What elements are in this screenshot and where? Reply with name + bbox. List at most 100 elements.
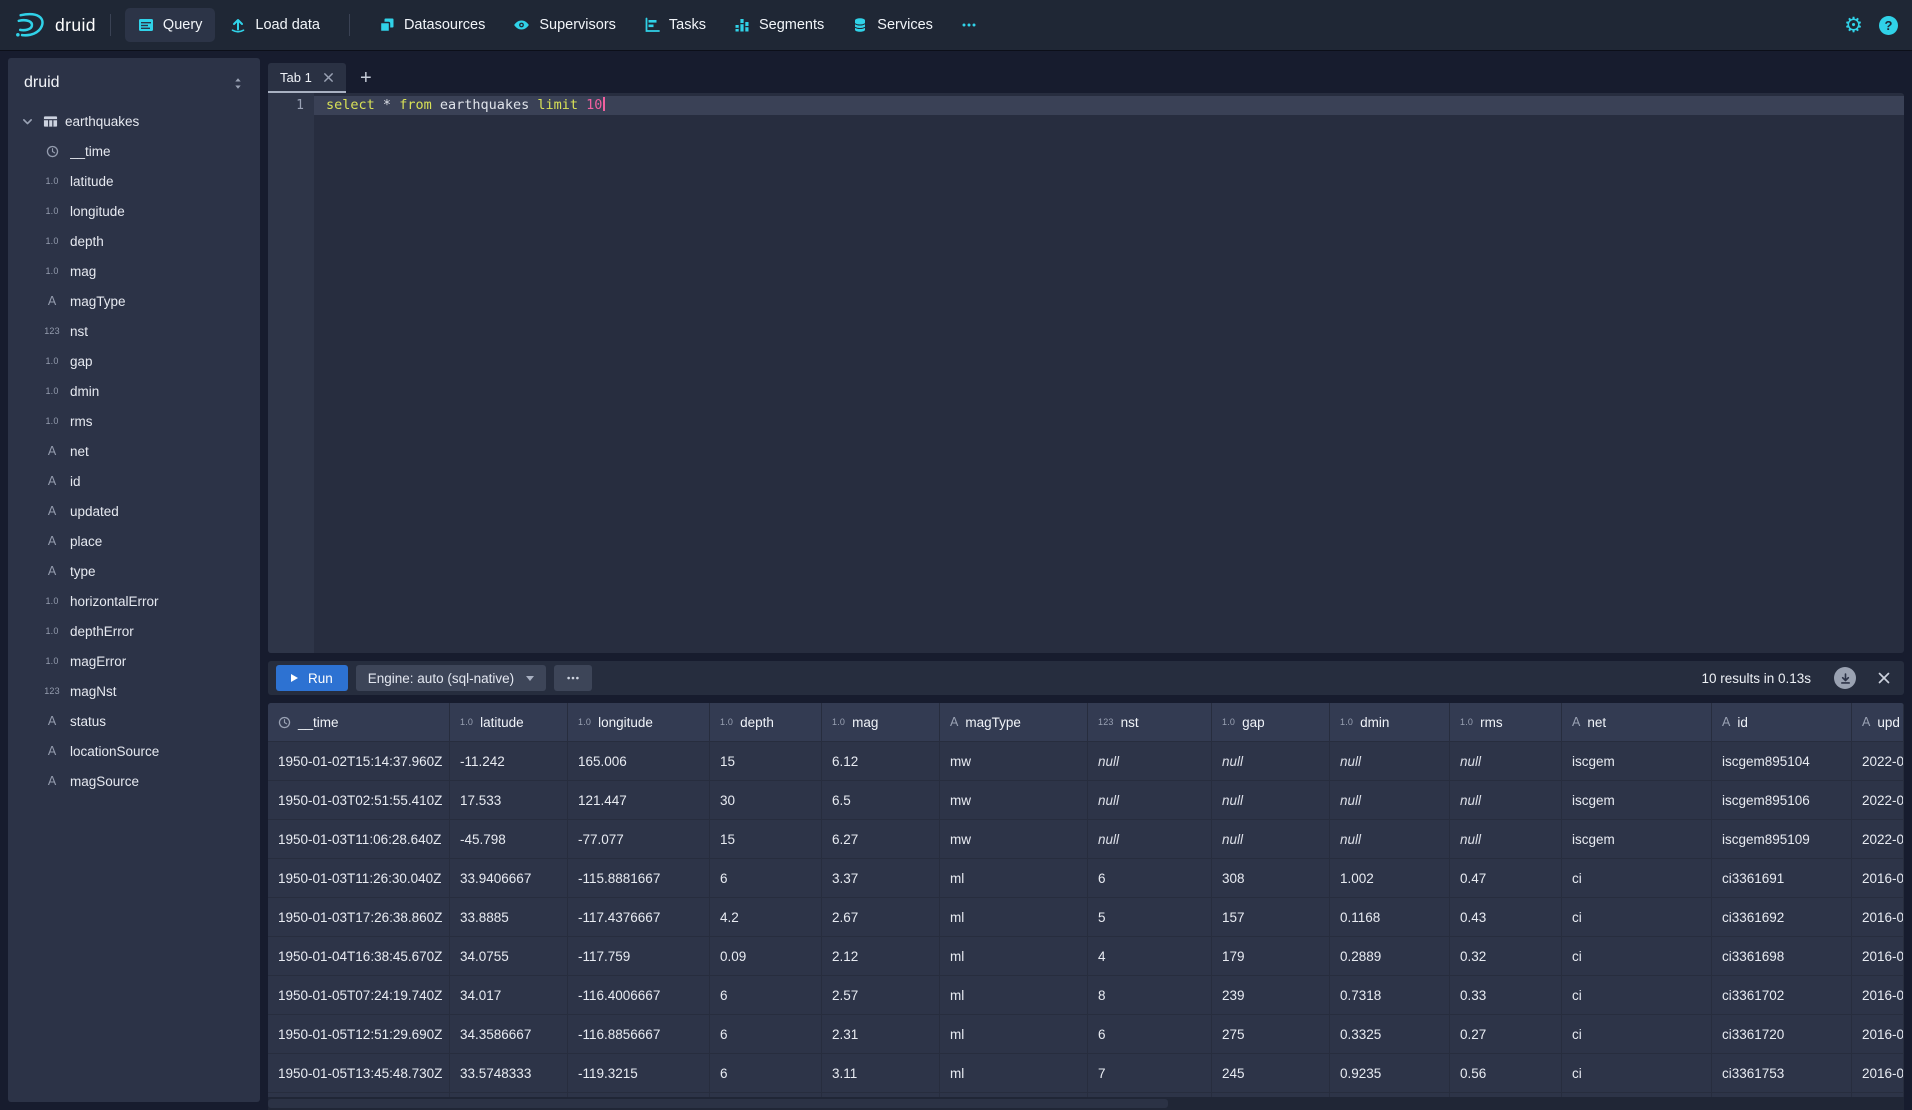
cell[interactable]: 2.67 [822, 898, 940, 936]
cell[interactable]: ci3361692 [1712, 898, 1852, 936]
column-horizontalError[interactable]: 1.0horizontalError [8, 586, 260, 616]
cell[interactable]: 1.002 [1330, 859, 1450, 897]
cell[interactable]: 0.2889 [1330, 937, 1450, 975]
cell[interactable]: 2016-0 [1852, 976, 1904, 1014]
cell[interactable]: 6 [710, 859, 822, 897]
column-latitude[interactable]: 1.0latitude [8, 166, 260, 196]
column-header-rms[interactable]: 1.0rms [1450, 703, 1562, 741]
column-magError[interactable]: 1.0magError [8, 646, 260, 676]
cell[interactable]: iscgem895109 [1712, 820, 1852, 858]
cell[interactable]: 1950-01-02T15:14:37.960Z [268, 742, 450, 780]
nav-item-tasks[interactable]: Tasks [631, 8, 719, 42]
engine-select-button[interactable]: Engine: auto (sql-native) [356, 665, 546, 691]
cell[interactable]: ml [940, 937, 1088, 975]
cell[interactable]: ci [1562, 937, 1712, 975]
cell[interactable]: iscgem895106 [1712, 781, 1852, 819]
cell[interactable]: ci [1562, 1054, 1712, 1092]
nav-item-more-menu[interactable] [948, 8, 990, 42]
cell[interactable]: ml [940, 1015, 1088, 1053]
cell[interactable]: null [1088, 742, 1212, 780]
chevron-down-icon[interactable] [21, 115, 36, 128]
cell[interactable]: null [1330, 820, 1450, 858]
cell[interactable]: iscgem [1562, 742, 1712, 780]
cell[interactable]: iscgem [1562, 820, 1712, 858]
cell[interactable]: 2016-0 [1852, 898, 1904, 936]
cell[interactable]: -11.242 [450, 742, 568, 780]
cell[interactable]: ci [1562, 976, 1712, 1014]
cell[interactable]: 30 [710, 781, 822, 819]
cell[interactable]: 0.1168 [1330, 898, 1450, 936]
column-header-latitude[interactable]: 1.0latitude [450, 703, 568, 741]
cell[interactable]: 1950-01-03T11:26:30.040Z [268, 859, 450, 897]
cell[interactable]: 2022-0 [1852, 820, 1904, 858]
cell[interactable]: 33.5748333 [450, 1054, 568, 1092]
column-header-magType[interactable]: AmagType [940, 703, 1088, 741]
cell[interactable]: 0.47 [1450, 859, 1562, 897]
cell[interactable]: 0.32 [1450, 937, 1562, 975]
datasource-earthquakes[interactable]: earthquakes [8, 106, 260, 136]
cell[interactable]: 2016-0 [1852, 1054, 1904, 1092]
cell[interactable]: 15 [710, 742, 822, 780]
cell[interactable]: 2.57 [822, 976, 940, 1014]
sql-query-line[interactable]: select * from earthquakes limit 10 [314, 96, 1904, 115]
cell[interactable]: -117.759 [568, 937, 710, 975]
column-nst[interactable]: 123nst [8, 316, 260, 346]
tab-tab-1[interactable]: Tab 1 [268, 63, 346, 93]
cell[interactable]: ml [940, 976, 1088, 1014]
cell[interactable]: 1950-01-05T12:51:29.690Z [268, 1015, 450, 1053]
cell[interactable]: -115.8881667 [568, 859, 710, 897]
column-net[interactable]: Anet [8, 436, 260, 466]
cell[interactable]: ml [940, 898, 1088, 936]
cell[interactable]: 1950-01-05T13:45:48.730Z [268, 1054, 450, 1092]
cell[interactable]: 4 [1088, 937, 1212, 975]
cell[interactable]: null [1450, 742, 1562, 780]
nav-item-load-data[interactable]: Load data [217, 8, 333, 42]
cell[interactable]: 8 [1088, 976, 1212, 1014]
column-header-id[interactable]: Aid [1712, 703, 1852, 741]
cell[interactable]: 6.12 [822, 742, 940, 780]
cell[interactable]: 34.3586667 [450, 1015, 568, 1053]
cell[interactable]: null [1212, 742, 1330, 780]
query-more-button[interactable] [554, 665, 592, 691]
cell[interactable]: 7 [1088, 1054, 1212, 1092]
column-mag[interactable]: 1.0mag [8, 256, 260, 286]
cell[interactable]: -119.3215 [568, 1054, 710, 1092]
cell[interactable]: -117.4376667 [568, 898, 710, 936]
settings-gear-icon[interactable]: ⚙ [1844, 15, 1863, 36]
column-depth[interactable]: 1.0depth [8, 226, 260, 256]
cell[interactable]: 0.56 [1450, 1054, 1562, 1092]
cell[interactable]: 0.7318 [1330, 976, 1450, 1014]
sql-code-area[interactable]: select * from earthquakes limit 10 [314, 93, 1904, 653]
column-type[interactable]: Atype [8, 556, 260, 586]
cell[interactable]: null [1330, 742, 1450, 780]
cell[interactable]: -116.4006667 [568, 976, 710, 1014]
column-rms[interactable]: 1.0rms [8, 406, 260, 436]
column-header-upd[interactable]: Aupd [1852, 703, 1904, 741]
cell[interactable]: null [1212, 781, 1330, 819]
cell[interactable]: 1950-01-03T02:51:55.410Z [268, 781, 450, 819]
cell[interactable]: ci3361691 [1712, 859, 1852, 897]
nav-item-segments[interactable]: Segments [721, 8, 837, 42]
column-locationSource[interactable]: AlocationSource [8, 736, 260, 766]
nav-item-query[interactable]: Query [125, 8, 216, 42]
cell[interactable]: mw [940, 781, 1088, 819]
column-longitude[interactable]: 1.0longitude [8, 196, 260, 226]
column-magType[interactable]: AmagType [8, 286, 260, 316]
cell[interactable]: mw [940, 742, 1088, 780]
cell[interactable]: 1950-01-03T17:26:38.860Z [268, 898, 450, 936]
cell[interactable]: -77.077 [568, 820, 710, 858]
cell[interactable]: 0.27 [1450, 1015, 1562, 1053]
column-header-gap[interactable]: 1.0gap [1212, 703, 1330, 741]
run-button[interactable]: Run [276, 665, 348, 691]
cell[interactable]: 33.8885 [450, 898, 568, 936]
cell[interactable]: 179 [1212, 937, 1330, 975]
cell[interactable]: 245 [1212, 1054, 1330, 1092]
cell[interactable]: 4.2 [710, 898, 822, 936]
cell[interactable]: null [1088, 781, 1212, 819]
cell[interactable]: 0.43 [1450, 898, 1562, 936]
cell[interactable]: -45.798 [450, 820, 568, 858]
cell[interactable]: 157 [1212, 898, 1330, 936]
cell[interactable]: 6 [710, 976, 822, 1014]
column-updated[interactable]: Aupdated [8, 496, 260, 526]
help-icon[interactable]: ? [1879, 16, 1898, 35]
